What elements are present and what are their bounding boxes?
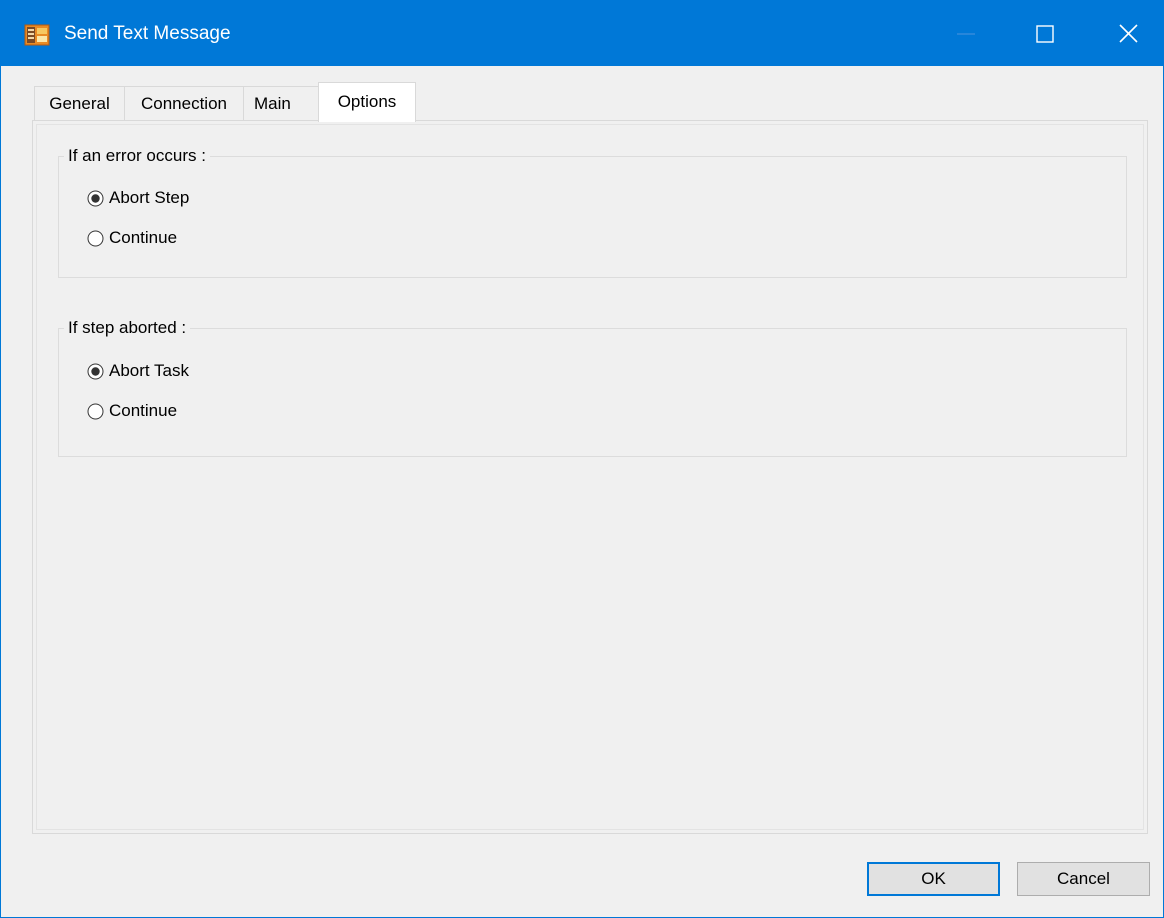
- title-bar[interactable]: Send Text Message: [1, 0, 1164, 66]
- error-continue-radio[interactable]: Continue: [87, 226, 177, 250]
- error-group-legend: If an error occurs :: [64, 144, 210, 168]
- minimize-icon: [957, 33, 975, 35]
- tab-label: Main: [254, 94, 291, 113]
- maximize-icon: [1036, 25, 1054, 43]
- tab-connection[interactable]: Connection: [124, 86, 244, 121]
- abort-step-radio[interactable]: Abort Step: [87, 186, 189, 210]
- radio-checked-icon: [87, 363, 104, 379]
- abort-task-radio[interactable]: Abort Task: [87, 359, 189, 383]
- radio-label: Continue: [109, 401, 178, 420]
- dialog-window: Send Text Message General Connection Mai…: [0, 0, 1164, 918]
- radio-label: Abort Task: [109, 361, 190, 380]
- radio-label: Continue: [109, 228, 178, 247]
- error-groupbox: If an error occurs :: [58, 144, 1127, 278]
- tab-label: Connection: [140, 94, 227, 113]
- close-button[interactable]: [1095, 0, 1159, 66]
- tab-options[interactable]: Options: [318, 82, 416, 122]
- close-icon: [1119, 24, 1138, 43]
- step-aborted-groupbox: If step aborted :: [58, 316, 1127, 457]
- tab-main[interactable]: Main: [243, 86, 319, 121]
- radio-unchecked-icon: [87, 230, 104, 246]
- minimize-button[interactable]: [935, 0, 999, 66]
- step-aborted-group-legend: If step aborted :: [64, 316, 191, 340]
- radio-label: Abort Step: [109, 188, 190, 207]
- tab-label: General: [49, 94, 110, 113]
- cancel-button[interactable]: Cancel: [1017, 862, 1150, 896]
- radio-unchecked-icon: [87, 403, 104, 419]
- tab-label: Options: [337, 92, 397, 111]
- ok-button[interactable]: OK: [867, 862, 1000, 896]
- radio-checked-icon: [87, 190, 104, 206]
- tab-general[interactable]: General: [34, 86, 125, 121]
- window-title: Send Text Message: [64, 23, 231, 44]
- aborted-continue-radio[interactable]: Continue: [87, 399, 177, 423]
- maximize-button[interactable]: [1013, 0, 1077, 66]
- app-icon: [24, 24, 50, 46]
